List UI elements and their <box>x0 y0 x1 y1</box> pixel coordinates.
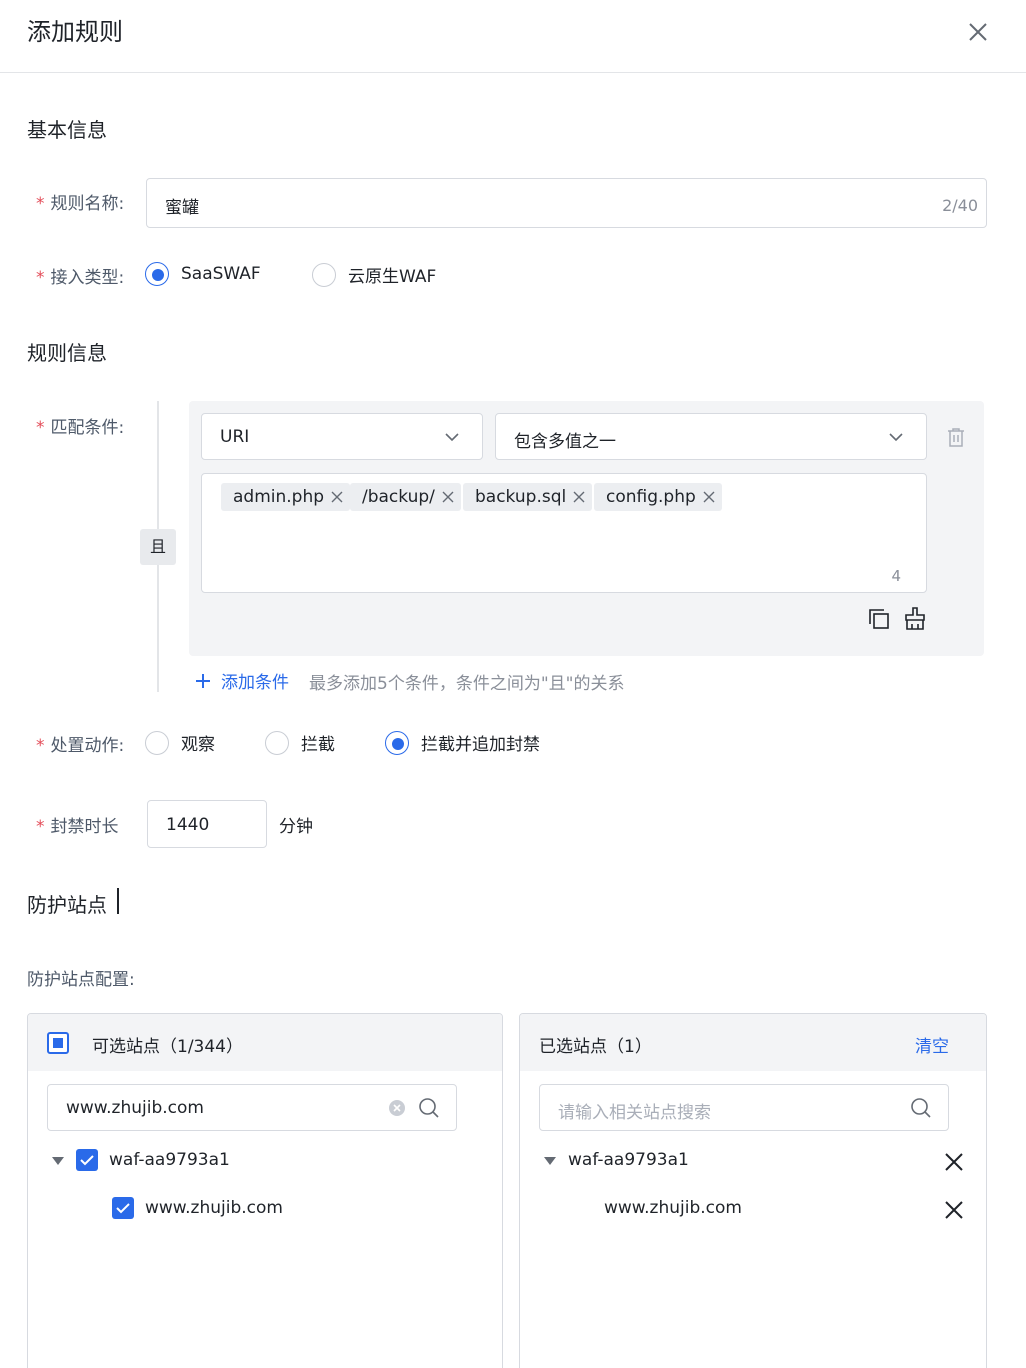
rule-name-label: * 规则名称: <box>36 194 125 214</box>
close-icon[interactable] <box>572 490 586 504</box>
plus-icon <box>196 673 210 688</box>
tree-site-label: www.zhujib.com <box>145 1198 283 1218</box>
site-checkbox[interactable] <box>112 1197 134 1219</box>
selected-sites-title: 已选站点（1） <box>539 1037 652 1057</box>
tree-collapse-icon[interactable] <box>52 1157 64 1165</box>
available-sites-title: 可选站点（1/344） <box>92 1037 243 1057</box>
and-relation-tag: 且 <box>140 529 176 565</box>
site-config-label: 防护站点配置: <box>27 970 135 990</box>
radio-saaswaf[interactable]: SaaSWAF <box>145 262 261 286</box>
match-values-input[interactable]: admin.php /backup/ backup.sql config.php… <box>201 473 927 593</box>
available-sites-header: 可选站点（1/344） <box>28 1014 502 1071</box>
remove-icon[interactable] <box>944 1152 964 1172</box>
selected-sites-search[interactable]: 请输入相关站点搜索 <box>539 1084 949 1131</box>
rule-name-counter: 2/40 <box>942 196 978 215</box>
action-label: * 处置动作: <box>36 736 125 756</box>
search-icon[interactable] <box>910 1097 932 1119</box>
ban-duration-input[interactable]: 1440 <box>147 800 267 848</box>
clear-brush-icon[interactable] <box>904 607 926 630</box>
available-sites-search[interactable]: www.zhujib.com <box>47 1084 457 1131</box>
value-tag: /backup/ <box>350 483 461 511</box>
ban-duration-unit: 分钟 <box>279 817 313 837</box>
radio-circle-selected <box>145 262 169 286</box>
tree-group-label: waf-aa9793a1 <box>568 1150 689 1170</box>
tree-site-label: www.zhujib.com <box>604 1198 742 1218</box>
selected-sites-panel: 已选站点（1） 清空 请输入相关站点搜索 waf-aa9793a1 www.zh… <box>519 1013 987 1368</box>
chevron-down-icon <box>445 433 459 442</box>
selected-sites-header: 已选站点（1） 清空 <box>520 1014 986 1071</box>
ban-duration-label: * 封禁时长 <box>36 817 119 837</box>
radio-block[interactable]: 拦截 <box>265 730 335 755</box>
chevron-down-icon <box>889 433 903 442</box>
tree-group-label: waf-aa9793a1 <box>109 1150 230 1170</box>
section-rule-info: 规则信息 <box>27 341 107 365</box>
clear-input-icon[interactable] <box>388 1099 406 1117</box>
radio-block-and-ban[interactable]: 拦截并追加封禁 <box>385 730 540 755</box>
operator-select[interactable]: 包含多值之一 <box>495 413 927 460</box>
dialog-title: 添加规则 <box>27 18 123 46</box>
clear-all-button[interactable]: 清空 <box>915 1032 949 1057</box>
radio-circle <box>145 730 169 755</box>
access-type-label: * 接入类型: <box>36 268 125 288</box>
value-tag: backup.sql <box>463 483 593 511</box>
copy-icon[interactable] <box>868 608 890 630</box>
rule-name-value: 蜜罐 <box>165 198 199 218</box>
values-counter: 4 <box>891 567 901 585</box>
close-icon[interactable] <box>330 490 344 504</box>
trash-icon[interactable] <box>947 427 965 447</box>
radio-circle <box>265 730 289 755</box>
value-tag: config.php <box>594 483 722 511</box>
check-icon <box>116 1203 130 1214</box>
tree-collapse-icon[interactable] <box>544 1157 556 1165</box>
text-caret <box>117 888 119 914</box>
dialog-header: 添加规则 <box>0 0 1026 73</box>
check-icon <box>80 1155 94 1166</box>
close-icon[interactable] <box>441 490 455 504</box>
value-tag: admin.php <box>221 483 351 511</box>
radio-circle-selected <box>385 730 409 755</box>
search-icon[interactable] <box>418 1097 440 1119</box>
group-checkbox[interactable] <box>76 1149 98 1171</box>
rule-name-input[interactable]: 蜜罐 2/40 <box>146 178 987 228</box>
section-basic-info: 基本信息 <box>27 118 107 142</box>
field-select[interactable]: URI <box>201 413 483 460</box>
select-all-checkbox[interactable] <box>47 1032 69 1054</box>
radio-observe[interactable]: 观察 <box>145 730 215 755</box>
match-condition-label: * 匹配条件: <box>36 418 125 438</box>
close-icon[interactable] <box>966 20 990 44</box>
add-condition-tip: 最多添加5个条件，条件之间为"且"的关系 <box>309 674 625 694</box>
add-condition-button[interactable]: 添加条件 <box>195 668 289 693</box>
remove-icon[interactable] <box>944 1200 964 1220</box>
section-protected-sites: 防护站点 <box>27 893 107 917</box>
available-sites-panel: 可选站点（1/344） www.zhujib.com waf-aa9793a1 … <box>27 1013 503 1368</box>
close-icon[interactable] <box>702 490 716 504</box>
radio-circle <box>312 262 336 287</box>
radio-cloud-native-waf[interactable]: 云原生WAF <box>312 262 436 287</box>
